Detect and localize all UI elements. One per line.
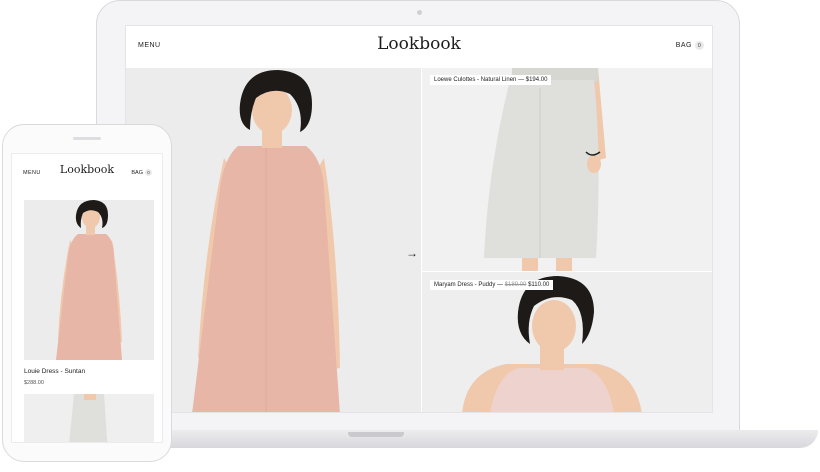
- mobile-next-product-photo[interactable]: [24, 394, 154, 442]
- laptop-screen: MENU Lookbook BAG 0 → Loewe Culottes - N…: [125, 25, 713, 413]
- product-price: $110.00: [528, 282, 550, 288]
- price-separator: —: [497, 282, 505, 288]
- bag-count-badge: 0: [695, 41, 704, 50]
- product-tag-maryam[interactable]: Maryam Dress - Puddy — $189.00 $110.00: [430, 280, 554, 290]
- camera-icon: [417, 10, 422, 15]
- product-photo-culottes[interactable]: Loewe Culottes - Natural Linen — $194.00: [422, 68, 712, 271]
- mobile-bag-button[interactable]: BAG 0: [131, 169, 152, 176]
- arrow-right-icon[interactable]: →: [406, 246, 418, 260]
- laptop-lid: MENU Lookbook BAG 0 → Loewe Culottes - N…: [96, 0, 740, 436]
- product-price: $194.00: [525, 77, 548, 83]
- phone-device: MENU Lookbook BAG 0 Louie Dress - Suntan…: [2, 124, 172, 462]
- price-separator: —: [518, 77, 526, 83]
- site-logo[interactable]: Lookbook: [126, 34, 712, 54]
- mobile-product-photo[interactable]: [24, 200, 154, 360]
- laptop-device: MENU Lookbook BAG 0 → Loewe Culottes - N…: [96, 0, 742, 438]
- model-linen-small-illustration: [24, 394, 154, 442]
- product-name: Maryam Dress - Puddy: [434, 282, 496, 288]
- bag-label: BAG: [675, 42, 692, 49]
- product-tag-culottes[interactable]: Loewe Culottes - Natural Linen — $194.00: [430, 75, 552, 85]
- mobile-header: MENU Lookbook BAG 0: [12, 154, 162, 190]
- old-price: $189.00: [504, 282, 527, 288]
- mobile-product-name[interactable]: Louie Dress - Suntan: [24, 368, 85, 375]
- bag-label: BAG: [131, 169, 143, 176]
- bag-button[interactable]: BAG 0: [676, 41, 704, 50]
- product-name: Loewe Culottes - Natural Linen: [434, 77, 517, 83]
- bag-count-badge: 0: [145, 169, 152, 176]
- laptop-base: [150, 430, 818, 448]
- mobile-product-price: $288.00: [24, 380, 44, 386]
- laptop-notch: [348, 432, 404, 437]
- model-pink-dress-small-illustration: [24, 200, 154, 360]
- phone-screen: MENU Lookbook BAG 0 Louie Dress - Suntan…: [11, 153, 163, 443]
- product-photo-maryam-dress[interactable]: Maryam Dress - Puddy — $189.00 $110.00: [422, 272, 712, 412]
- site-header: MENU Lookbook BAG 0: [126, 26, 712, 68]
- model-linen-culottes-illustration: [422, 68, 712, 271]
- phone-speaker: [73, 137, 101, 140]
- model-portrait-illustration: [422, 272, 712, 412]
